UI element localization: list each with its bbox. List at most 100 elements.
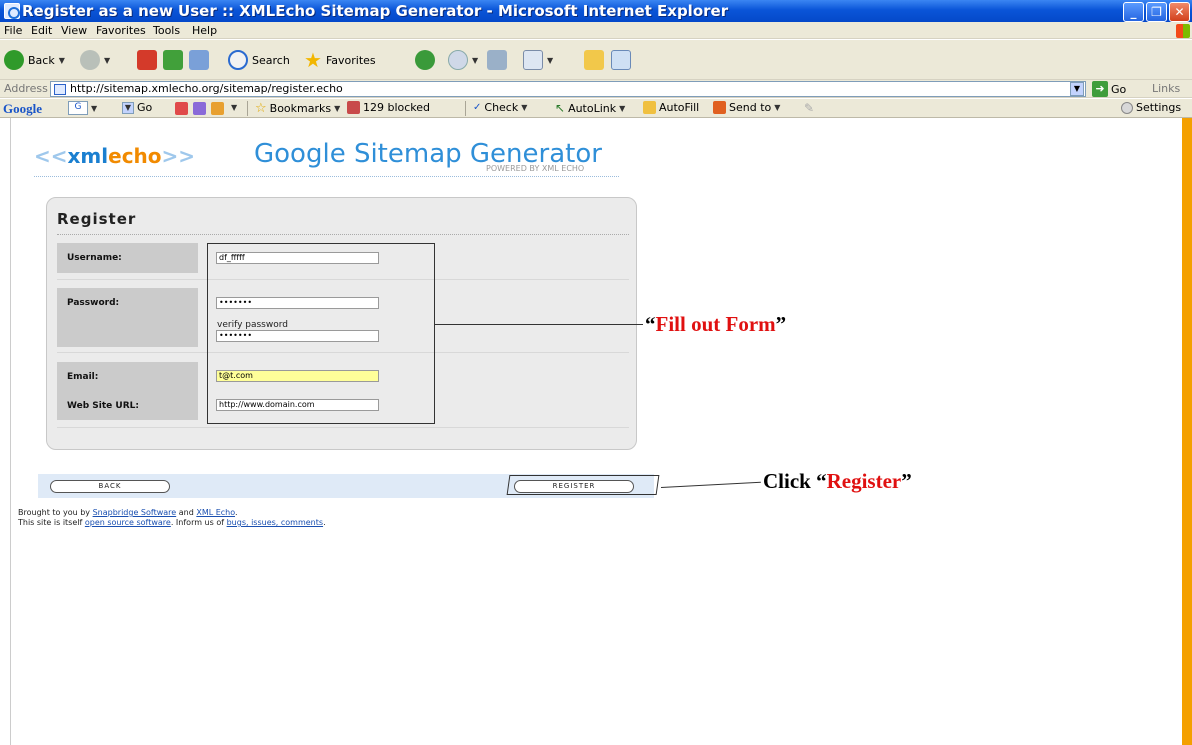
messenger-icon[interactable] xyxy=(611,50,631,70)
annotation-quote: ” xyxy=(775,312,787,336)
sendto-label: Send to xyxy=(729,101,772,114)
options-dropdown-icon[interactable]: ▼ xyxy=(231,103,237,112)
history-icon[interactable] xyxy=(415,50,435,70)
refresh-icon[interactable] xyxy=(163,50,183,70)
register-title: Register xyxy=(57,210,137,228)
address-input[interactable]: http://sitemap.xmlecho.org/sitemap/regis… xyxy=(50,81,1086,97)
logo-chevrons-right: >> xyxy=(161,144,196,168)
forward-button[interactable]: ▼ xyxy=(80,50,110,70)
autolink-label: AutoLink xyxy=(568,101,617,115)
annotation-quote: ” xyxy=(901,469,912,493)
mail-icon xyxy=(448,50,468,70)
address-url: http://sitemap.xmlecho.org/sitemap/regis… xyxy=(70,82,343,95)
footer-text: and xyxy=(178,508,194,517)
favorites-button[interactable]: ★ Favorites xyxy=(304,50,376,70)
menu-help[interactable]: Help xyxy=(192,24,217,37)
search-button[interactable]: Search xyxy=(228,50,290,70)
sendto-icon xyxy=(713,101,726,114)
settings-icon xyxy=(1121,101,1133,114)
bookmarks-button[interactable]: ☆ Bookmarks ▼ xyxy=(255,101,340,116)
open-source-link[interactable]: open source software xyxy=(85,518,171,527)
autolink-button[interactable]: ↖ AutoLink ▼ xyxy=(555,101,625,115)
annotation-form-highlight xyxy=(207,243,435,424)
edit-dropdown-icon[interactable]: ▼ xyxy=(547,56,553,65)
home-icon[interactable] xyxy=(189,50,209,70)
bookmarks-label: Bookmarks xyxy=(269,102,332,115)
google-go-button[interactable]: ▼ Go xyxy=(122,101,152,114)
password-label: Password: xyxy=(57,288,198,347)
favorites-label: Favorites xyxy=(325,53,376,67)
logo-xml: xml xyxy=(67,144,109,168)
website-url-label: Web Site URL: xyxy=(67,401,139,411)
menu-favorites[interactable]: Favorites xyxy=(96,24,146,37)
spellcheck-button[interactable]: ✓ Check ▼ xyxy=(473,101,527,114)
footer-text: This site is itself xyxy=(18,518,83,527)
settings-button[interactable]: Settings xyxy=(1121,101,1181,114)
news-icon[interactable] xyxy=(211,102,224,115)
menu-view[interactable]: View xyxy=(61,24,87,37)
bugs-link[interactable]: bugs, issues, comments xyxy=(227,518,323,527)
footer-text: . xyxy=(235,508,238,517)
bookmark-star-icon: ☆ xyxy=(255,101,267,116)
annotation-register-word: Register xyxy=(826,469,902,493)
annotation-fill-text: Fill out Form xyxy=(655,312,776,336)
check-dropdown-icon: ▼ xyxy=(521,103,528,112)
popup-blocker-icon xyxy=(347,101,360,114)
logo-chevrons-left: << xyxy=(34,144,68,168)
annotation-register-highlight xyxy=(506,475,660,495)
minimize-button[interactable]: _ xyxy=(1123,2,1144,22)
row-divider xyxy=(57,427,629,428)
folder-icon[interactable] xyxy=(584,50,604,70)
go-button[interactable]: ➜ Go xyxy=(1092,81,1126,97)
autofill-button[interactable]: AutoFill xyxy=(643,101,699,114)
print-icon[interactable] xyxy=(487,50,507,70)
go-arrow-icon: ➜ xyxy=(1092,81,1108,97)
autofill-label: AutoFill xyxy=(659,101,700,114)
pencil-icon[interactable]: ✎ xyxy=(804,101,814,115)
links-button[interactable]: Links xyxy=(1152,82,1180,95)
edit-button[interactable]: ▼ xyxy=(523,50,553,70)
google-search-box[interactable]: G ▼ xyxy=(68,101,97,115)
settings-label: Settings xyxy=(1136,101,1182,114)
pagerank-icon[interactable] xyxy=(175,102,188,115)
mail-button[interactable]: ▼ xyxy=(448,50,478,70)
menu-edit[interactable]: Edit xyxy=(31,24,52,37)
back-dropdown-icon[interactable]: ▼ xyxy=(59,56,65,65)
powered-by: POWERED BY XML ECHO xyxy=(486,164,585,173)
footer-text: . Inform us of xyxy=(170,518,225,527)
email-label: Email: xyxy=(57,362,198,420)
address-dropdown-icon[interactable]: ▼ xyxy=(1070,82,1084,96)
menu-file[interactable]: File xyxy=(4,24,22,37)
stop-icon[interactable] xyxy=(137,50,157,70)
sendto-button[interactable]: Send to ▼ xyxy=(713,101,780,114)
highlight-icon[interactable] xyxy=(193,102,206,115)
sendto-dropdown-icon: ▼ xyxy=(774,103,781,112)
close-button[interactable]: ✕ xyxy=(1169,2,1190,22)
maximize-button[interactable]: ❐ xyxy=(1146,2,1167,22)
mail-dropdown-icon[interactable]: ▼ xyxy=(472,56,478,65)
annotation-click-text: Click “ xyxy=(763,469,827,493)
ie-icon xyxy=(4,3,20,19)
footer-line-2: This site is itself open source software… xyxy=(18,518,326,528)
annotation-click-register: Click “Register” xyxy=(763,469,912,494)
search-icon xyxy=(228,50,248,70)
footer-text: . xyxy=(323,518,326,527)
popup-blocker-button[interactable]: 129 blocked xyxy=(347,101,430,114)
google-dropdown-icon[interactable]: ▼ xyxy=(122,101,134,114)
xmlecho-link[interactable]: XML Echo xyxy=(196,508,235,517)
window-titlebar: Register as a new User :: XMLEcho Sitema… xyxy=(0,0,1192,22)
snapbridge-link[interactable]: Snapbridge Software xyxy=(93,508,177,517)
google-toolbar: Google G ▼ ▼ Go ▼ ☆ Bookmarks ▼ 129 bloc… xyxy=(0,99,1192,118)
back-button[interactable]: Back ▼ xyxy=(4,50,65,70)
toolbar-divider xyxy=(247,101,248,116)
address-label: Address xyxy=(4,82,48,95)
menu-tools[interactable]: Tools xyxy=(153,24,180,37)
xmlecho-logo[interactable]: <<xmlecho>> xyxy=(34,144,195,168)
back-link-button[interactable]: BACK xyxy=(50,480,170,493)
google-logo: Google xyxy=(3,101,42,117)
vertical-scrollbar[interactable] xyxy=(1182,118,1192,745)
google-logo-text: Google xyxy=(3,101,42,116)
google-search-dropdown-icon[interactable]: ▼ xyxy=(91,104,97,113)
footer-text: Brought to you by xyxy=(18,508,91,517)
forward-dropdown-icon[interactable]: ▼ xyxy=(104,56,110,65)
